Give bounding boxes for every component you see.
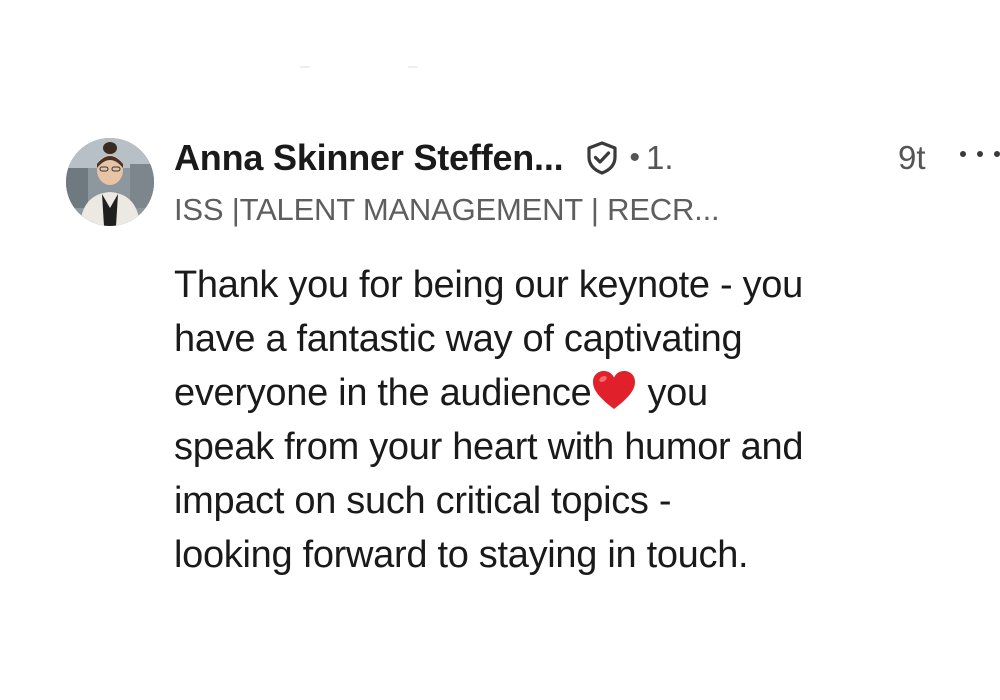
red-heart-emoji-icon — [591, 369, 637, 411]
faint-top-divider — [300, 66, 420, 70]
comment-line-text: you — [647, 372, 708, 414]
avatar[interactable] — [66, 138, 154, 226]
comment-line: have a fantastic way of captivating — [174, 318, 743, 360]
comment-line-text: everyone in the audience — [174, 372, 592, 414]
comment-line: looking forward to staying in touch. — [174, 534, 749, 576]
shield-check-icon[interactable] — [585, 140, 619, 176]
comment-line: everyone in the audience you — [174, 366, 944, 420]
connection-degree: 1. — [645, 139, 674, 176]
timestamp: 9t — [898, 139, 926, 176]
author-headline: ISS |TALENT MANAGEMENT | RECR... — [174, 192, 720, 227]
comment-header: Anna Skinner Steffen... • 1. 9t — [174, 137, 1000, 179]
comment-line: speak from your heart with humor and — [174, 426, 804, 468]
avatar-photo — [66, 138, 154, 226]
author-name[interactable]: Anna Skinner Steffen... — [174, 137, 564, 179]
separator-dot: • — [629, 141, 640, 174]
ellipsis-icon[interactable] — [960, 144, 1000, 164]
comment-line: impact on such critical topics - — [174, 480, 672, 522]
comment-line: Thank you for being our keynote - you — [174, 264, 803, 306]
comment-text: Thank you for being our keynote - you ha… — [174, 258, 944, 582]
